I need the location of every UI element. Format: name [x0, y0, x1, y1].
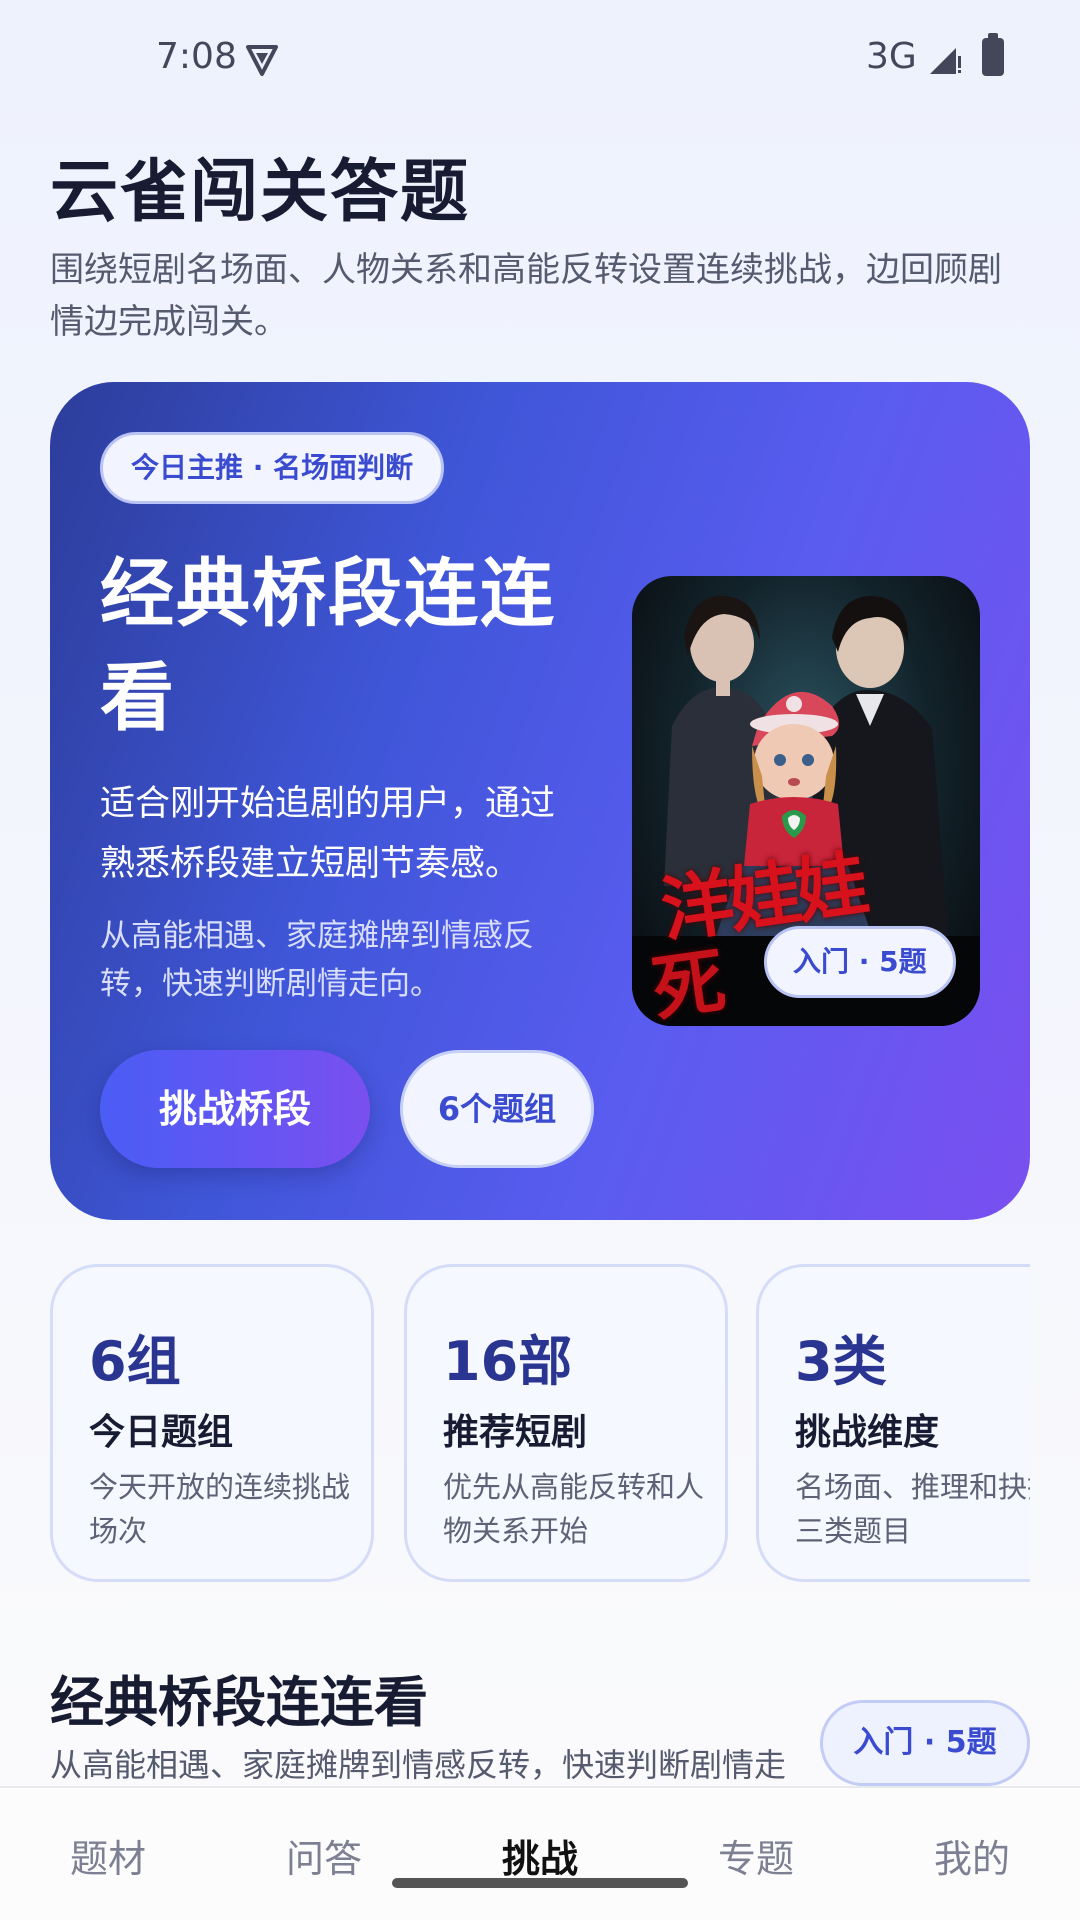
vpn-shield-icon	[246, 45, 278, 76]
signal-icon	[930, 48, 961, 74]
stat-value: 3类	[795, 1330, 887, 1393]
nav-tab-qa[interactable]: 问答	[216, 1828, 432, 1883]
stat-desc: 今天开放的连续挑战场次	[89, 1465, 359, 1553]
network-type: 3G	[866, 36, 917, 77]
stat-label: 推荐短剧	[443, 1412, 588, 1453]
status-bar: 7:08 3G	[0, 0, 1080, 120]
section-description: 从高能相遇、家庭摊牌到情感反转，快速判断剧情走	[50, 1746, 787, 1784]
stat-card[interactable]: 6组 今日题组 今天开放的连续挑战场次	[50, 1264, 374, 1582]
stat-desc: 名场面、推理和抉择三类题目	[795, 1465, 1030, 1553]
nav-tab-challenge[interactable]: 挑战	[432, 1828, 648, 1883]
page-title: 云雀闯关答题	[50, 153, 471, 232]
drama-poster[interactable]: 洋娃娃 死 入门 · 5题	[632, 576, 980, 1026]
stat-card[interactable]: 16部 推荐短剧 优先从高能反转和人物关系开始	[404, 1264, 728, 1582]
section-level-tag[interactable]: 入门 · 5题	[820, 1700, 1030, 1786]
stat-label: 今日题组	[89, 1412, 234, 1453]
stat-desc-text: 今天开放的连续挑战场次	[89, 1470, 351, 1548]
stat-desc: 优先从高能反转和人物关系开始	[443, 1465, 713, 1553]
nav-tab-profile[interactable]: 我的	[864, 1828, 1080, 1883]
section-title: 经典桥段连连看	[50, 1671, 428, 1734]
nav-tab-special[interactable]: 专题	[648, 1828, 864, 1883]
stat-value: 6组	[89, 1330, 181, 1393]
battery-icon	[982, 33, 1004, 76]
stat-value: 16部	[443, 1330, 573, 1393]
stat-desc-text: 名场面、推理和抉择三类题目	[795, 1470, 1030, 1548]
stats-row[interactable]: 6组 今日题组 今天开放的连续挑战场次 16部 推荐短剧 优先从高能反转和人物关…	[0, 1264, 1030, 1584]
home-indicator[interactable]	[392, 1878, 688, 1888]
featured-badge: 今日主推 · 名场面判断	[100, 432, 445, 504]
stat-card[interactable]: 3类 挑战维度 名场面、推理和抉择三类题目	[756, 1264, 1030, 1582]
page-subtitle: 围绕短剧名场面、人物关系和高能反转设置连续挑战，边回顾剧情边完成闯关。	[50, 250, 1002, 342]
poster-level-tag: 入门 · 5题	[764, 926, 956, 998]
featured-challenge-card[interactable]: 今日主推 · 名场面判断 经典桥段连连看 适合刚开始追剧的用户，通过熟悉桥段建立…	[50, 382, 1030, 1220]
app-screen: 7:08 3G 云雀闯关答题 围绕短剧名场面、人物关系和高能反转设置连续挑战，边…	[0, 0, 1080, 1920]
question-groups-button[interactable]: 6个题组	[400, 1050, 594, 1168]
start-challenge-button[interactable]: 挑战桥段	[100, 1050, 370, 1168]
featured-title: 经典桥段连连看	[100, 551, 556, 741]
bottom-nav: 题材 问答 挑战 专题 我的	[0, 1786, 1080, 1920]
stat-label: 挑战维度	[795, 1412, 940, 1453]
featured-description: 适合刚开始追剧的用户，通过熟悉桥段建立短剧节奏感。	[100, 784, 556, 884]
status-time: 7:08	[156, 36, 237, 77]
stat-desc-text: 优先从高能反转和人物关系开始	[443, 1470, 705, 1548]
poster-title-art-2: 死	[647, 937, 731, 1026]
featured-note: 从高能相遇、家庭摊牌到情感反转，快速判断剧情走向。	[100, 918, 534, 1002]
nav-tab-topics[interactable]: 题材	[0, 1828, 216, 1883]
